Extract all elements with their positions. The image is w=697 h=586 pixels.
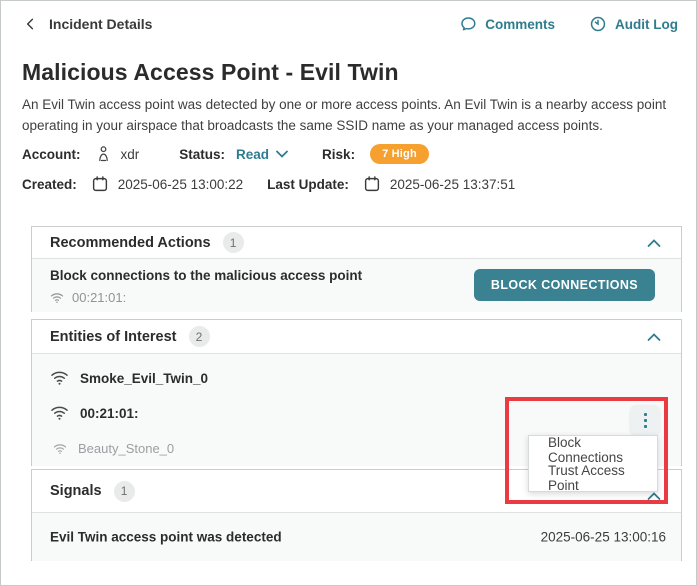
- signals-title: Signals: [50, 483, 102, 499]
- action-target: 00:21:01:: [50, 290, 126, 305]
- back-label: Incident Details: [49, 16, 152, 32]
- kebab-dot: [644, 413, 647, 416]
- wifi-icon: [53, 443, 67, 455]
- entity-label: Smoke_Evil_Twin_0: [80, 371, 208, 386]
- wifi-icon: [50, 405, 69, 421]
- account-person-icon: [95, 145, 112, 164]
- signals-body: Evil Twin access point was detected 2025…: [32, 513, 681, 561]
- back-link[interactable]: Incident Details: [23, 16, 152, 32]
- audit-log-button[interactable]: Audit Log: [589, 15, 678, 33]
- entities-title: Entities of Interest: [50, 329, 177, 345]
- entity-label: 00:21:01:: [80, 406, 139, 421]
- risk-badge: 7 High: [370, 144, 429, 164]
- recommended-actions-title: Recommended Actions: [50, 235, 211, 251]
- back-chevron-icon: [23, 16, 39, 32]
- comment-bubble-icon: [459, 15, 477, 33]
- status-dropdown[interactable]: Read: [236, 147, 288, 162]
- recommended-actions-body: Block connections to the malicious acces…: [32, 259, 681, 312]
- entity-context-menu: Block Connections Trust Access Point: [528, 435, 658, 492]
- top-bar: Incident Details Comments Audit Log: [1, 1, 696, 47]
- entities-count-badge: 2: [189, 326, 210, 347]
- incident-details-page: Incident Details Comments Audit Log Mali…: [0, 0, 697, 586]
- status-label: Status:: [179, 147, 225, 162]
- collapse-chevron-up-icon[interactable]: [647, 238, 661, 247]
- kebab-dot: [644, 419, 647, 422]
- account-value: xdr: [121, 147, 140, 162]
- last-update-calendar-icon: [363, 175, 381, 193]
- kebab-menu-button[interactable]: [630, 405, 660, 435]
- action-target-mac: 00:21:01:: [72, 290, 126, 305]
- action-title: Block connections to the malicious acces…: [50, 268, 362, 283]
- last-update-label: Last Update:: [267, 177, 349, 192]
- recommended-actions-header: Recommended Actions 1: [32, 227, 681, 258]
- chevron-down-icon: [276, 150, 288, 158]
- audit-log-label: Audit Log: [615, 17, 678, 32]
- collapse-chevron-up-icon[interactable]: [647, 332, 661, 341]
- kebab-dot: [644, 425, 647, 428]
- top-bar-actions: Comments Audit Log: [459, 1, 678, 47]
- entities-header: Entities of Interest 2: [32, 320, 681, 353]
- created-label: Created:: [22, 177, 77, 192]
- status-value: Read: [236, 147, 269, 162]
- comments-label: Comments: [485, 17, 555, 32]
- meta-row-dates: Created: 2025-06-25 13:00:22 Last Update…: [22, 175, 515, 193]
- entity-row-evil-twin-ssid[interactable]: Smoke_Evil_Twin_0: [50, 370, 208, 386]
- entity-row-trusted-ap[interactable]: Beauty_Stone_0: [53, 441, 174, 456]
- wifi-icon: [50, 292, 64, 304]
- page-title: Malicious Access Point - Evil Twin: [22, 59, 399, 86]
- recommended-actions-count-badge: 1: [223, 232, 244, 253]
- created-value: 2025-06-25 13:00:22: [118, 177, 243, 192]
- block-connections-button[interactable]: BLOCK CONNECTIONS: [474, 269, 655, 301]
- comments-button[interactable]: Comments: [459, 15, 555, 33]
- created-calendar-icon: [91, 175, 109, 193]
- last-update-value: 2025-06-25 13:37:51: [390, 177, 515, 192]
- risk-label: Risk:: [322, 147, 355, 162]
- clock-icon: [589, 15, 607, 33]
- signals-count-badge: 1: [114, 481, 135, 502]
- menu-item-trust-access-point[interactable]: Trust Access Point: [529, 464, 657, 492]
- entity-row-evil-twin-mac[interactable]: 00:21:01:: [50, 405, 139, 421]
- signal-label: Evil Twin access point was detected: [50, 530, 282, 545]
- account-label: Account:: [22, 147, 81, 162]
- wifi-icon: [50, 370, 69, 386]
- recommended-actions-card: Recommended Actions 1 Block connections …: [31, 226, 682, 312]
- entity-label: Beauty_Stone_0: [78, 441, 174, 456]
- incident-description: An Evil Twin access point was detected b…: [22, 95, 682, 137]
- meta-row-account-status-risk: Account: xdr Status: Read Risk: 7 High: [22, 144, 429, 164]
- signal-timestamp: 2025-06-25 13:00:16: [541, 530, 666, 545]
- menu-item-block-connections[interactable]: Block Connections: [529, 436, 657, 464]
